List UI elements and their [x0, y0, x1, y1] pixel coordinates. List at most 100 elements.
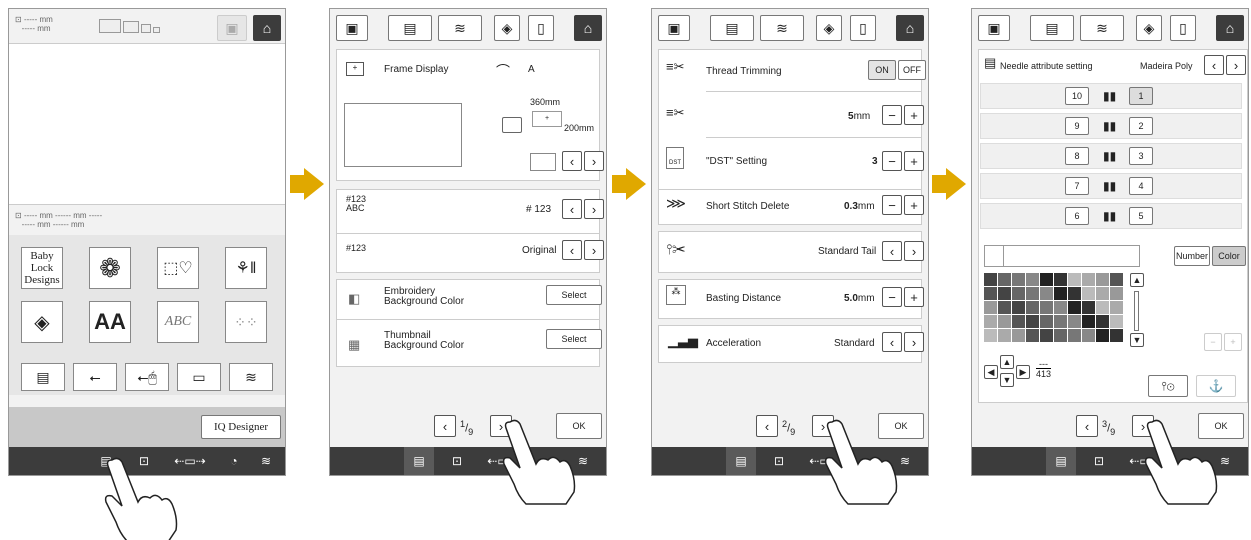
- needle-thread-button[interactable]: ⫯⊙: [1148, 375, 1188, 397]
- embroidery-frame-icon[interactable]: ⇠▭: [800, 447, 840, 475]
- needle-number-right[interactable]: 2: [1129, 117, 1153, 135]
- machine-button[interactable]: ▤: [21, 363, 65, 391]
- pattern-babylock-designs[interactable]: Baby Lock Designs: [21, 247, 63, 289]
- pattern-floral[interactable]: ❁: [89, 247, 131, 289]
- anchor-button[interactable]: ⚓: [1196, 375, 1236, 397]
- palette-swatch[interactable]: [984, 273, 997, 286]
- pattern-tab[interactable]: ◈: [494, 15, 520, 41]
- pattern-tab[interactable]: ◈: [816, 15, 842, 41]
- palette-swatch[interactable]: [1110, 287, 1123, 300]
- settings-icon[interactable]: ▤: [1046, 447, 1076, 475]
- palette-swatch[interactable]: [1040, 301, 1053, 314]
- palette-swatch[interactable]: [1026, 315, 1039, 328]
- trim-on-button[interactable]: ON: [868, 60, 896, 80]
- wireless-tab[interactable]: ≋: [438, 15, 482, 41]
- machine-settings-tab[interactable]: ▣: [658, 15, 690, 41]
- embroidery-frame-icon[interactable]: ⇠▭: [478, 447, 518, 475]
- needle-number-left[interactable]: 10: [1065, 87, 1089, 105]
- palette-swatch[interactable]: [1110, 315, 1123, 328]
- palette-swatch[interactable]: [1068, 301, 1081, 314]
- palette-swatch[interactable]: [1096, 273, 1109, 286]
- palette-swatch[interactable]: [1068, 329, 1081, 342]
- home-button[interactable]: ⌂: [1216, 15, 1244, 41]
- palette-swatch[interactable]: [984, 315, 997, 328]
- frame-color-swatch[interactable]: [530, 153, 556, 171]
- usb-mouse-button[interactable]: ⭠🖱: [125, 363, 169, 391]
- short-stitch-plus[interactable]: +: [904, 195, 924, 215]
- settings-icon[interactable]: ▤: [404, 447, 434, 475]
- palette-swatch[interactable]: [1068, 315, 1081, 328]
- palette-swatch[interactable]: [1026, 301, 1039, 314]
- palette-swatch[interactable]: [984, 287, 997, 300]
- palette-swatch[interactable]: [1054, 273, 1067, 286]
- wireless-tab[interactable]: ≋: [760, 15, 804, 41]
- help-icon[interactable]: ⊡: [764, 447, 794, 475]
- home-button[interactable]: ⌂: [574, 15, 602, 41]
- palette-scroll-down[interactable]: ▼: [1130, 333, 1144, 347]
- basting-plus[interactable]: +: [904, 287, 924, 307]
- plus-button[interactable]: +: [1224, 333, 1242, 351]
- cursor-up[interactable]: ▲: [1000, 355, 1014, 369]
- tail-prev[interactable]: ‹: [882, 241, 902, 261]
- help-icon[interactable]: ⊡: [442, 447, 472, 475]
- palette-swatch[interactable]: [1026, 287, 1039, 300]
- palette-swatch[interactable]: [984, 301, 997, 314]
- dst-plus[interactable]: +: [904, 151, 924, 171]
- pattern-script[interactable]: ABC: [157, 301, 199, 343]
- machine-info-tab[interactable]: ▤: [1030, 15, 1074, 41]
- acceleration-prev[interactable]: ‹: [882, 332, 902, 352]
- thumbnail-bg-select[interactable]: Select: [546, 329, 602, 349]
- home-button[interactable]: ⌂: [896, 15, 924, 41]
- trim-off-button[interactable]: OFF: [898, 60, 926, 80]
- pattern-tab[interactable]: ◈: [1136, 15, 1162, 41]
- pattern-alphabet[interactable]: AA: [89, 301, 131, 343]
- palette-swatch[interactable]: [1096, 301, 1109, 314]
- palette-swatch[interactable]: [1068, 287, 1081, 300]
- acceleration-next[interactable]: ›: [904, 332, 924, 352]
- needle-number-right[interactable]: 3: [1129, 147, 1153, 165]
- frame-tab[interactable]: ▯: [528, 15, 554, 41]
- needle-number-right[interactable]: 5: [1129, 207, 1153, 225]
- ok-button[interactable]: OK: [1198, 413, 1244, 439]
- pattern-frames[interactable]: ⬚♡: [157, 247, 199, 289]
- embroidery-frame-icon[interactable]: ⇠▭⇢: [167, 447, 213, 475]
- trim-length-minus[interactable]: −: [882, 105, 902, 125]
- palette-swatch[interactable]: [1040, 329, 1053, 342]
- machine-settings-tab[interactable]: ▣: [978, 15, 1010, 41]
- palette-swatch[interactable]: [1040, 315, 1053, 328]
- machine-info-tab[interactable]: ▤: [710, 15, 754, 41]
- palette-swatch[interactable]: [1082, 301, 1095, 314]
- palette-swatch[interactable]: [1068, 273, 1081, 286]
- settings-icon[interactable]: ▤: [726, 447, 756, 475]
- palette-swatch[interactable]: [1096, 315, 1109, 328]
- wireless-button[interactable]: ≋: [229, 363, 273, 391]
- embroidery-frame-icon[interactable]: ⇠▭: [1120, 447, 1160, 475]
- minus-button[interactable]: −: [1204, 333, 1222, 351]
- needle-number-right[interactable]: 4: [1129, 177, 1153, 195]
- clock-icon[interactable]: ◔: [219, 447, 249, 475]
- palette-swatch[interactable]: [1096, 287, 1109, 300]
- palette-swatch[interactable]: [1082, 315, 1095, 328]
- thread-brand-next[interactable]: ›: [584, 240, 604, 260]
- palette-scrollbar[interactable]: [1134, 291, 1139, 331]
- frame-size-large-icon[interactable]: [99, 19, 121, 33]
- frame-tab[interactable]: ▯: [1170, 15, 1196, 41]
- thread-brand-prev[interactable]: ‹: [562, 240, 582, 260]
- palette-swatch[interactable]: [1082, 287, 1095, 300]
- palette-swatch[interactable]: [1096, 329, 1109, 342]
- brand-next[interactable]: ›: [1226, 55, 1246, 75]
- palette-swatch[interactable]: [1026, 273, 1039, 286]
- palette-swatch[interactable]: [998, 273, 1011, 286]
- thread-number-prev[interactable]: ‹: [562, 199, 582, 219]
- wifi-icon[interactable]: ≋: [890, 447, 920, 475]
- palette-scroll-up[interactable]: ▲: [1130, 273, 1144, 287]
- color-palette[interactable]: [984, 273, 1128, 345]
- palette-swatch[interactable]: [998, 301, 1011, 314]
- wireless-tab[interactable]: ≋: [1080, 15, 1124, 41]
- palette-swatch[interactable]: [1026, 329, 1039, 342]
- page-prev-button[interactable]: ‹: [756, 415, 778, 437]
- color-name-field[interactable]: [984, 245, 1140, 267]
- machine-info-tab[interactable]: ▤: [388, 15, 432, 41]
- computer-button[interactable]: ▭: [177, 363, 221, 391]
- thread-number-next[interactable]: ›: [584, 199, 604, 219]
